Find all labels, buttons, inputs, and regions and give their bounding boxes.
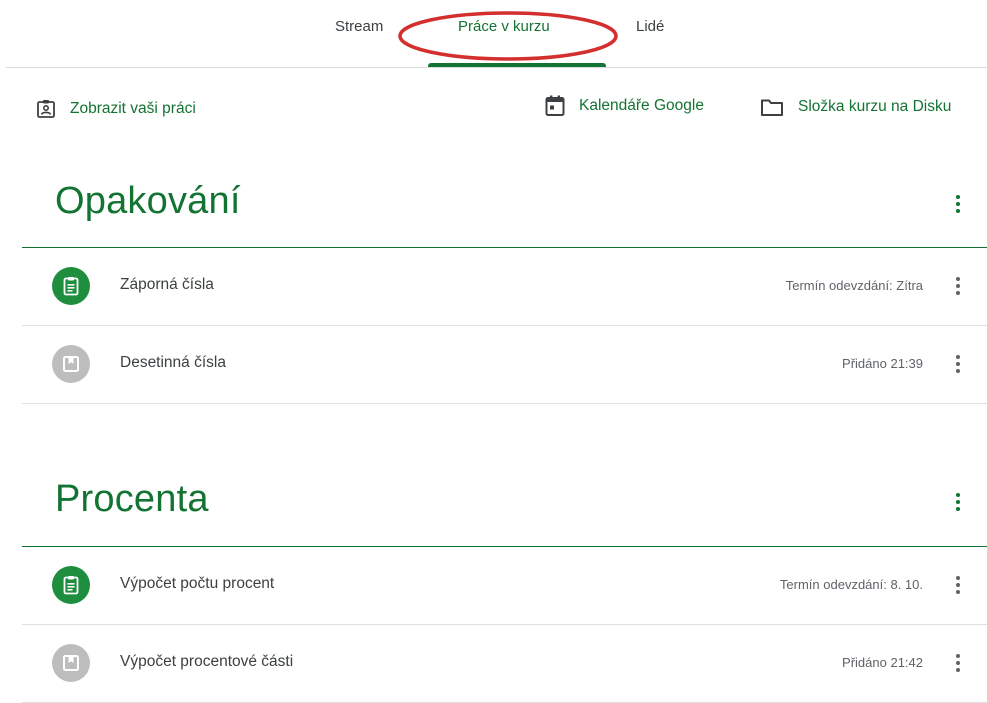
google-calendar-link[interactable]: Kalendáře Google — [545, 95, 704, 117]
more-vert-icon — [956, 493, 960, 511]
more-vert-icon — [956, 654, 960, 672]
item-title: Výpočet počtu procent — [120, 575, 275, 592]
item-posted-time: Přidáno 21:42 — [842, 655, 923, 670]
view-your-work-label: Zobrazit vaši práci — [70, 100, 196, 117]
drive-folder-link[interactable]: Složka kurzu na Disku — [760, 97, 951, 117]
more-vert-icon — [956, 195, 960, 213]
view-your-work-link[interactable]: Zobrazit vaši práci — [36, 99, 196, 119]
tab-people[interactable]: Lidé — [636, 18, 664, 35]
folder-icon — [760, 97, 784, 117]
google-calendar-label: Kalendáře Google — [579, 97, 704, 114]
classwork-item[interactable]: Záporná čísla Termín odevzdání: Zítra — [22, 248, 987, 326]
calendar-icon — [545, 95, 565, 117]
item-title: Výpočet procentové části — [120, 653, 294, 670]
more-vert-icon — [956, 355, 960, 373]
item-due-date: Termín odevzdání: 8. 10. — [779, 577, 923, 592]
classwork-item[interactable]: Výpočet procentové části Přidáno 21:42 — [22, 625, 987, 703]
material-icon — [52, 345, 90, 383]
more-vert-icon — [956, 277, 960, 295]
drive-folder-label: Složka kurzu na Disku — [798, 98, 952, 115]
tab-bar-divider — [6, 67, 987, 68]
assignment-icon — [52, 566, 90, 604]
item-more-options-button[interactable] — [948, 350, 968, 378]
item-due-date: Termín odevzdání: Zítra — [785, 278, 923, 293]
topic-title: Procenta — [55, 478, 209, 520]
course-tab-bar: Stream Práce v kurzu Lidé — [0, 0, 987, 68]
assignment-ind-icon — [36, 99, 56, 119]
assignment-icon — [52, 267, 90, 305]
material-icon — [52, 644, 90, 682]
classwork-item[interactable]: Výpočet počtu procent Termín odevzdání: … — [22, 547, 987, 625]
topic-title: Opakování — [55, 180, 241, 222]
red-annotation-ellipse — [398, 11, 618, 61]
item-more-options-button[interactable] — [948, 649, 968, 677]
item-title: Záporná čísla — [120, 276, 214, 293]
item-title: Desetinná čísla — [120, 354, 226, 371]
item-more-options-button[interactable] — [948, 571, 968, 599]
classwork-item[interactable]: Desetinná čísla Přidáno 21:39 — [22, 326, 987, 404]
more-vert-icon — [956, 576, 960, 594]
topic-more-options-button[interactable] — [948, 190, 968, 218]
tab-stream[interactable]: Stream — [335, 18, 383, 35]
item-posted-time: Přidáno 21:39 — [842, 356, 923, 371]
item-more-options-button[interactable] — [948, 272, 968, 300]
topic-more-options-button[interactable] — [948, 488, 968, 516]
